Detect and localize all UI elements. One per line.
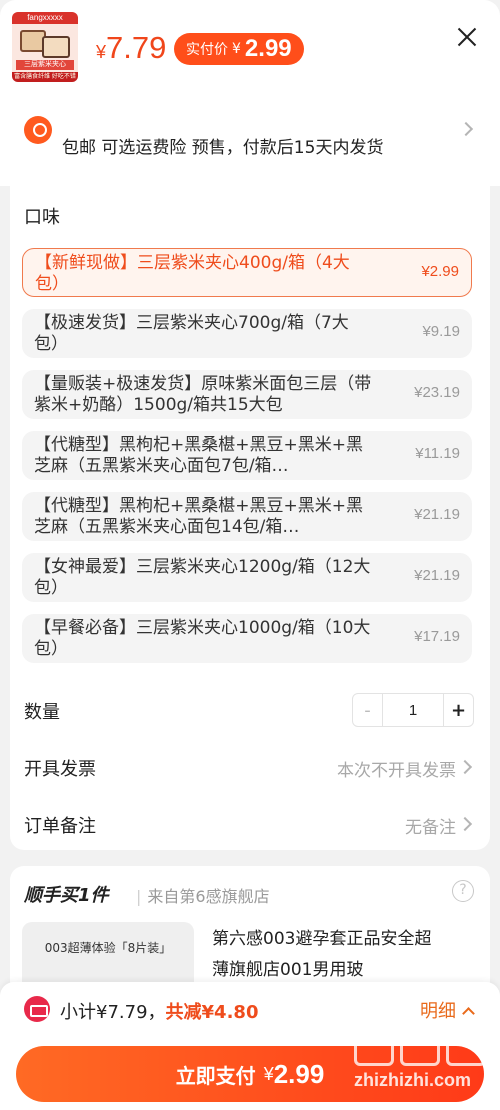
flavor-section-title: 口味 — [24, 207, 60, 228]
discount-text: 共减¥4.80 — [165, 1002, 259, 1023]
addon-product-name[interactable]: 第六感003避孕套正品安全超薄旗舰店001男用玻 — [212, 924, 432, 986]
pay-currency: ¥ — [263, 1063, 274, 1084]
original-price: ¥7.79 — [96, 30, 166, 66]
remark-label: 订单备注 — [24, 816, 96, 837]
addon-title: 顺手买1件 — [24, 885, 109, 906]
product-thumbnail: fangxxxxx 三层紫米夹心 富含膳食纤维 好吃不错 — [12, 12, 78, 82]
detail-label: 明细 — [420, 1001, 456, 1022]
thumbnail-brand-band: fangxxxxx — [12, 12, 78, 24]
flavor-option[interactable]: 【代糖型】黑枸杞+黑桑椹+黑豆+黑米+黑芝麻（五黑紫米夹心面包14包/箱… ¥21… — [22, 492, 472, 541]
pay-price: 2.99 — [273, 1058, 325, 1089]
invoice-label: 开具发票 — [24, 759, 96, 780]
pay-label: 立即支付 — [175, 1063, 256, 1088]
thumbnail-cake-image-2 — [42, 36, 70, 58]
flavor-option[interactable]: 【极速发货】三层紫米夹心700g/箱（7大包） ¥9.19 — [22, 309, 472, 358]
flavor-option[interactable]: 【代糖型】黑枸杞+黑桑椹+黑豆+黑米+黑芝麻（五黑紫米夹心面包7包/箱… ¥11.… — [22, 431, 472, 480]
flavor-option-price: ¥21.19 — [414, 506, 460, 523]
flavor-option-price: ¥21.19 — [414, 567, 460, 584]
chevron-up-icon — [462, 1007, 475, 1020]
price-currency: ¥ — [96, 42, 107, 62]
flavor-option-price: ¥11.19 — [415, 445, 460, 462]
flavor-option[interactable]: 【新鲜现做】三层紫米夹心400g/箱（4大包） ¥2.99 — [22, 248, 472, 297]
subtotal: 小计¥7.79，共减¥4.80 — [60, 998, 258, 1024]
flavor-option[interactable]: 【量贩装+极速发货】原味紫米面包三层（带紫米+奶酪）1500g/箱共15大包 ¥2… — [22, 370, 472, 419]
detail-toggle[interactable]: 明细 — [420, 997, 475, 1023]
quantity-stepper[interactable]: - 1 + — [352, 693, 474, 727]
addon-source-text: 来自第6感旗舰店 — [147, 887, 270, 906]
flavor-option-label: 【新鲜现做】三层紫米夹心400g/箱（4大包） — [35, 253, 350, 294]
flavor-option-label: 【代糖型】黑枸杞+黑桑椹+黑豆+黑米+黑芝麻（五黑紫米夹心面包14包/箱… — [34, 496, 363, 537]
quantity-value[interactable]: 1 — [383, 694, 443, 726]
price-value: 7.79 — [106, 30, 167, 65]
flavor-option-label: 【极速发货】三层紫米夹心700g/箱（7大包） — [34, 313, 349, 354]
thumbnail-tag: 三层紫米夹心 — [16, 60, 74, 70]
coupon-icon — [24, 996, 50, 1022]
quantity-label: 数量 — [24, 702, 60, 723]
thumbnail-footer: 富含膳食纤维 好吃不错 — [12, 72, 78, 82]
flavor-option[interactable]: 【女神最爱】三层紫米夹心1200g/箱（12大包） ¥21.19 — [22, 553, 472, 602]
shipping-chevron-right-icon[interactable] — [458, 121, 474, 137]
flavor-option-price: ¥23.19 — [414, 384, 460, 401]
remark-value[interactable]: 无备注 — [405, 813, 456, 838]
addon-source: | 来自第6感旗舰店 — [136, 887, 270, 906]
checkout-bar: 小计¥7.79，共减¥4.80 明细 立即支付 ¥2.99 — [0, 982, 500, 1110]
shipping-info: 包邮 可选运费险 预售，付款后15天内发货 — [62, 138, 384, 158]
invoice-value[interactable]: 本次不开具发票 — [337, 756, 456, 781]
subtotal-text: 小计¥7.79， — [60, 1002, 166, 1023]
flavor-option-price: ¥9.19 — [422, 323, 460, 340]
flavor-option-label: 【女神最爱】三层紫米夹心1200g/箱（12大包） — [34, 557, 371, 598]
quantity-minus-button[interactable]: - — [353, 694, 383, 726]
flavor-option-price: ¥2.99 — [421, 263, 459, 280]
flavor-option-label: 【代糖型】黑枸杞+黑桑椹+黑豆+黑米+黑芝麻（五黑紫米夹心面包7包/箱… — [34, 435, 363, 476]
close-icon[interactable] — [456, 26, 478, 48]
flavor-option-label: 【早餐必备】三层紫米夹心1000g/箱（10大包） — [34, 618, 371, 659]
paid-price-value: 2.99 — [244, 35, 292, 62]
flavor-option-label: 【量贩装+极速发货】原味紫米面包三层（带紫米+奶酪）1500g/箱共15大包 — [34, 374, 372, 415]
paid-price-currency: ¥ — [232, 41, 241, 57]
paid-price-label: 实付价 — [186, 42, 228, 58]
help-icon[interactable]: ? — [452, 880, 474, 902]
quantity-plus-button[interactable]: + — [443, 694, 473, 726]
sku-header: fangxxxxx 三层紫米夹心 富含膳食纤维 好吃不错 ¥7.79 实付价 ¥… — [0, 0, 500, 186]
location-pin-icon — [24, 116, 52, 144]
flavor-option[interactable]: 【早餐必备】三层紫米夹心1000g/箱（10大包） ¥17.19 — [22, 614, 472, 663]
addon-image-caption: 003超薄体验「8片装」 — [44, 941, 172, 955]
pay-now-button[interactable]: 立即支付 ¥2.99 — [16, 1046, 484, 1102]
paid-price-badge: 实付价 ¥ 2.99 — [174, 33, 304, 65]
flavor-option-price: ¥17.19 — [414, 628, 460, 645]
